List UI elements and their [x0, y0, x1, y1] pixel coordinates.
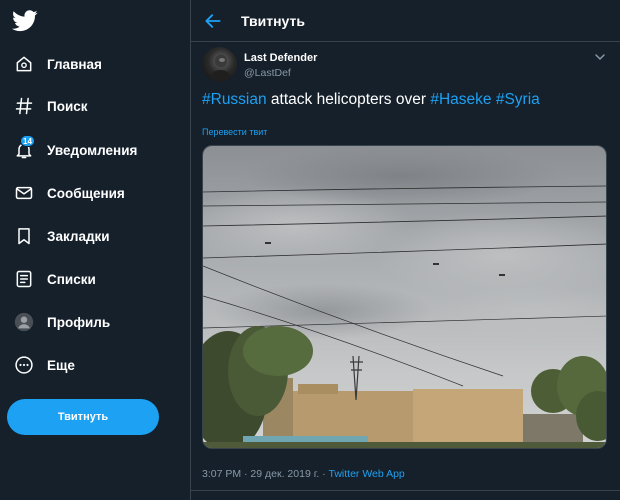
sidebar-item-label: Сообщения: [47, 185, 125, 201]
author-name[interactable]: Last Defender: [244, 52, 317, 64]
author-avatar[interactable]: [202, 47, 237, 82]
sidebar-item-home[interactable]: Главная: [0, 44, 190, 84]
sidebar-item-label: Поиск: [47, 98, 88, 114]
page-title: Твитнуть: [241, 13, 305, 29]
sidebar-item-bookmarks[interactable]: Закладки: [0, 216, 190, 256]
sidebar-item-messages[interactable]: Сообщения: [0, 173, 190, 213]
author-handle[interactable]: @LastDef: [244, 67, 291, 79]
tweet-photo[interactable]: [202, 145, 607, 449]
tweet-text: #Russian attack helicopters over #Haseke…: [202, 91, 540, 109]
twitter-bird-icon[interactable]: [12, 10, 38, 32]
tweet-timestamp[interactable]: 3:07 PM · 29 дек. 2019 г. ·: [202, 468, 329, 480]
list-icon: [12, 267, 36, 291]
sidebar-item-label: Главная: [47, 56, 102, 72]
sidebar-item-label: Еще: [47, 357, 75, 373]
home-icon: [12, 52, 36, 76]
sidebar-item-notifications[interactable]: 14 Уведомления: [0, 130, 190, 170]
tweet-text-segment: attack helicopters over: [266, 91, 431, 108]
sidebar-item-label: Списки: [47, 271, 96, 287]
sidebar-item-label: Закладки: [47, 228, 110, 244]
hashtag-icon: [12, 94, 36, 118]
bookmark-icon: [12, 224, 36, 248]
sidebar-item-more[interactable]: Еще: [0, 345, 190, 385]
translate-tweet-link[interactable]: Перевести твит: [202, 127, 267, 137]
page-header: Твитнуть: [191, 0, 620, 42]
back-arrow-icon[interactable]: [203, 11, 223, 31]
notification-badge: 14: [20, 135, 35, 147]
hashtag-link[interactable]: #Haseke: [430, 91, 491, 108]
hashtag-link[interactable]: #Russian: [202, 91, 267, 108]
sidebar-item-label: Уведомления: [47, 142, 138, 158]
sidebar-item-lists[interactable]: Списки: [0, 259, 190, 299]
chevron-down-icon[interactable]: [594, 52, 606, 62]
avatar-icon: [12, 310, 36, 334]
sidebar-item-label: Профиль: [47, 314, 111, 330]
sidebar-item-profile[interactable]: Профиль: [0, 302, 190, 342]
tweet-meta: 3:07 PM · 29 дек. 2019 г. · Twitter Web …: [202, 468, 405, 480]
envelope-icon: [12, 181, 36, 205]
more-icon: [12, 353, 36, 377]
divider: [191, 490, 620, 491]
sidebar: Главная Поиск 14 Уведомления Сообщения З…: [0, 0, 190, 500]
hashtag-link[interactable]: #Syria: [496, 91, 540, 108]
tweet-button[interactable]: Твитнуть: [7, 399, 159, 435]
tweet-source-link[interactable]: Twitter Web App: [329, 468, 405, 480]
main-column: Твитнуть Last Defender @LastDef #Russian…: [190, 0, 620, 500]
sidebar-item-search[interactable]: Поиск: [0, 86, 190, 126]
